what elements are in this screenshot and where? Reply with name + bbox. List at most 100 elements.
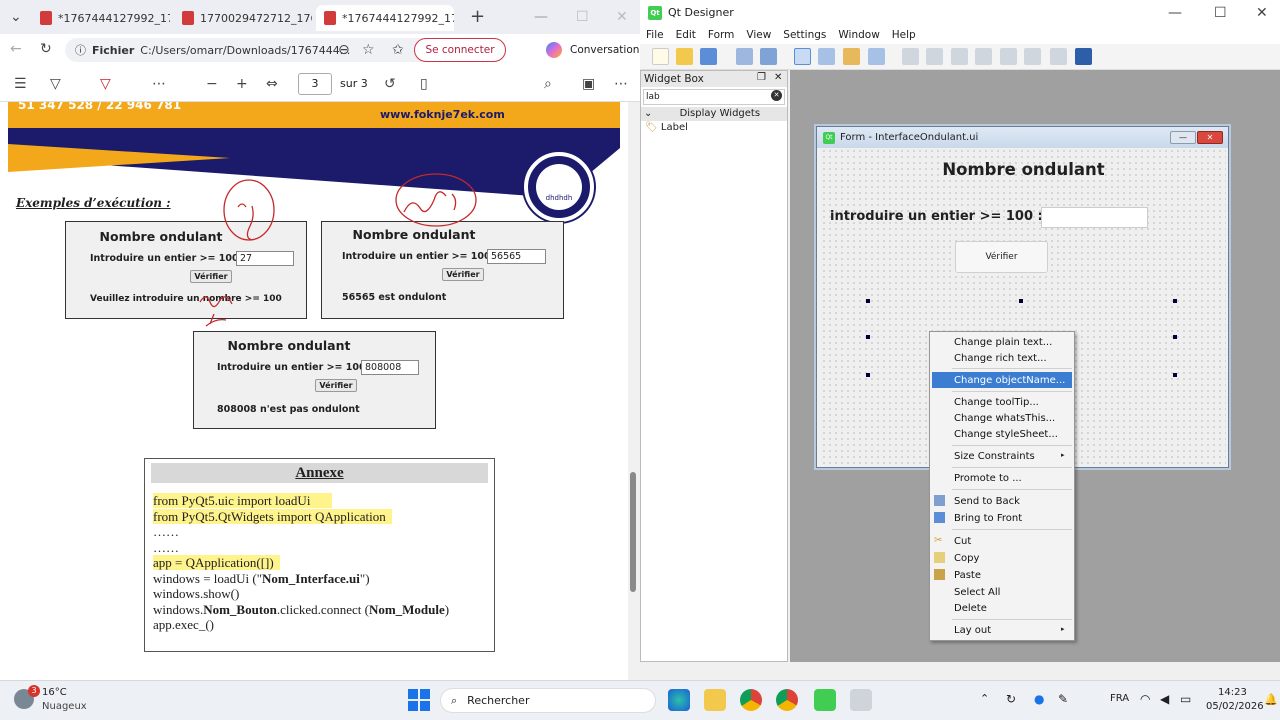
menu-lay-out[interactable]: Lay out xyxy=(954,625,991,636)
float-icon[interactable]: ❐ xyxy=(757,72,766,83)
layout-horizontal-icon[interactable] xyxy=(902,48,919,65)
save-icon[interactable] xyxy=(700,48,717,65)
menu-view[interactable]: View xyxy=(746,29,771,41)
favorite-star-icon[interactable]: ☆ xyxy=(362,43,375,57)
rotate-icon[interactable]: ↺ xyxy=(384,77,396,91)
selection-handle[interactable] xyxy=(866,335,870,339)
menu-copy[interactable]: Copy xyxy=(954,553,979,564)
page-number-input[interactable]: 3 xyxy=(298,73,332,95)
menu-bring-to-front[interactable]: Bring to Front xyxy=(954,513,1022,524)
draw-icon[interactable]: ▽ xyxy=(100,77,111,91)
selection-handle[interactable] xyxy=(866,373,870,377)
new-icon[interactable] xyxy=(652,48,669,65)
battery-icon[interactable]: ▭ xyxy=(1180,692,1191,706)
refresh-icon[interactable]: ↻ xyxy=(40,42,52,56)
menu-cut[interactable]: Cut xyxy=(954,536,971,547)
pen-icon[interactable]: ✎ xyxy=(1058,692,1068,706)
bring-front-icon[interactable] xyxy=(760,48,777,65)
form-label[interactable]: introduire un entier >= 100 : xyxy=(830,209,1043,224)
menu-select-all[interactable]: Select All xyxy=(954,587,1000,598)
notification-bell-icon[interactable]: 🔔 xyxy=(1264,693,1278,706)
menu-paste[interactable]: Paste xyxy=(954,570,981,581)
menu-edit[interactable]: Edit xyxy=(676,29,696,41)
menu-change-objectname[interactable]: Change objectName... xyxy=(954,375,1065,386)
maximize-icon[interactable]: ☐ xyxy=(576,10,589,24)
edit-tab-order-icon[interactable] xyxy=(868,48,885,65)
selection-handle[interactable] xyxy=(1173,373,1177,377)
signin-button[interactable]: Se connecter xyxy=(414,38,506,62)
edit-signals-icon[interactable] xyxy=(818,48,835,65)
form-lineedit[interactable] xyxy=(1041,207,1148,228)
menu-file[interactable]: File xyxy=(646,29,664,41)
menu-form[interactable]: Form xyxy=(708,29,734,41)
maximize-icon[interactable]: ☐ xyxy=(1214,6,1227,20)
layout-form-icon[interactable] xyxy=(1000,48,1017,65)
form-close-icon[interactable]: ✕ xyxy=(1197,131,1223,144)
menu-change-tooltip[interactable]: Change toolTip... xyxy=(954,397,1039,408)
selection-handle[interactable] xyxy=(1019,299,1023,303)
widget-item-label[interactable]: 🏷 Label xyxy=(645,122,688,133)
clock-time[interactable]: 14:23 xyxy=(1218,687,1247,698)
save-icon[interactable]: ▣ xyxy=(582,77,595,91)
tab-list-icon[interactable]: ⌄ xyxy=(10,10,22,24)
language[interactable]: FRA xyxy=(1110,693,1129,704)
selection-handle[interactable] xyxy=(1173,299,1177,303)
contents-icon[interactable]: ☰ xyxy=(14,77,27,91)
microphone-icon[interactable]: ● xyxy=(1034,692,1044,706)
more-icon[interactable]: ⋯ xyxy=(614,77,628,91)
menu-help[interactable]: Help xyxy=(892,29,916,41)
form-minimize-icon[interactable]: — xyxy=(1170,131,1196,144)
fit-page-icon[interactable]: ⇔ xyxy=(266,77,278,91)
qt-designer-icon[interactable] xyxy=(814,689,836,711)
clear-filter-icon[interactable]: ✕ xyxy=(771,90,782,101)
menu-window[interactable]: Window xyxy=(838,29,879,41)
url-field[interactable]: ⓘ Fichier C:/Users/omarr/Downloads/17674… xyxy=(65,38,465,62)
highlight-icon[interactable]: ▽ xyxy=(50,77,61,91)
copilot-label[interactable]: Conversation xyxy=(570,44,639,56)
chevron-up-icon[interactable]: ⌃ xyxy=(980,692,989,705)
start-icon[interactable] xyxy=(408,689,430,711)
scroll-thumb[interactable] xyxy=(630,472,636,592)
chrome-icon[interactable] xyxy=(776,689,798,711)
layout-grid-icon[interactable] xyxy=(1024,48,1041,65)
copilot-icon[interactable] xyxy=(546,42,562,58)
favorites-icon[interactable]: ✩ xyxy=(392,43,404,57)
menu-delete[interactable]: Delete xyxy=(954,603,987,614)
menu-promote-to[interactable]: Promote to ... xyxy=(954,473,1022,484)
break-layout-icon[interactable] xyxy=(1050,48,1067,65)
menu-size-constraints[interactable]: Size Constraints xyxy=(954,451,1035,462)
font-app-icon[interactable] xyxy=(850,689,872,711)
search-icon[interactable]: ⌕ xyxy=(544,77,552,91)
pdf-scrollbar[interactable] xyxy=(628,102,640,680)
edge-icon[interactable] xyxy=(668,689,690,711)
edit-widgets-icon[interactable] xyxy=(794,48,811,65)
volume-icon[interactable]: ◀ xyxy=(1160,692,1169,706)
selection-handle[interactable] xyxy=(1173,335,1177,339)
taskbar-search[interactable]: ⌕ Rechercher xyxy=(440,688,656,713)
menu-change-rich-text[interactable]: Change rich text... xyxy=(954,353,1047,364)
sync-icon[interactable]: ↻ xyxy=(1006,692,1016,706)
tab-3[interactable]: *1767444127992_176✕ xyxy=(316,5,454,31)
send-back-icon[interactable] xyxy=(736,48,753,65)
close-icon[interactable]: ✕ xyxy=(1256,6,1268,20)
zoom-in-icon[interactable]: + xyxy=(236,77,248,91)
form-verify-button[interactable]: Vérifier xyxy=(955,241,1048,273)
selection-handle[interactable] xyxy=(866,299,870,303)
zoom-out-icon[interactable]: − xyxy=(206,77,218,91)
menu-settings[interactable]: Settings xyxy=(783,29,826,41)
layout-splitter-h-icon[interactable] xyxy=(951,48,968,65)
open-icon[interactable] xyxy=(676,48,693,65)
more-icon[interactable]: ⋯ xyxy=(152,77,166,91)
new-tab-button[interactable]: + xyxy=(470,6,485,27)
wifi-icon[interactable]: ◠ xyxy=(1140,692,1150,706)
tab-1[interactable]: *1767444127992_176✕ xyxy=(32,5,170,31)
menu-change-whatsthis[interactable]: Change whatsThis... xyxy=(954,413,1055,424)
menu-change-plain-text[interactable]: Change plain text... xyxy=(954,337,1052,348)
clock-date[interactable]: 05/02/2026 xyxy=(1206,701,1264,712)
menu-send-to-back[interactable]: Send to Back xyxy=(954,496,1020,507)
back-icon[interactable]: ← xyxy=(10,42,22,56)
minimize-icon[interactable]: — xyxy=(1168,6,1182,20)
form-heading[interactable]: Nombre ondulant xyxy=(821,160,1226,179)
category-display-widgets[interactable]: ⌄ Display Widgets xyxy=(641,107,787,121)
file-explorer-icon[interactable] xyxy=(704,689,726,711)
